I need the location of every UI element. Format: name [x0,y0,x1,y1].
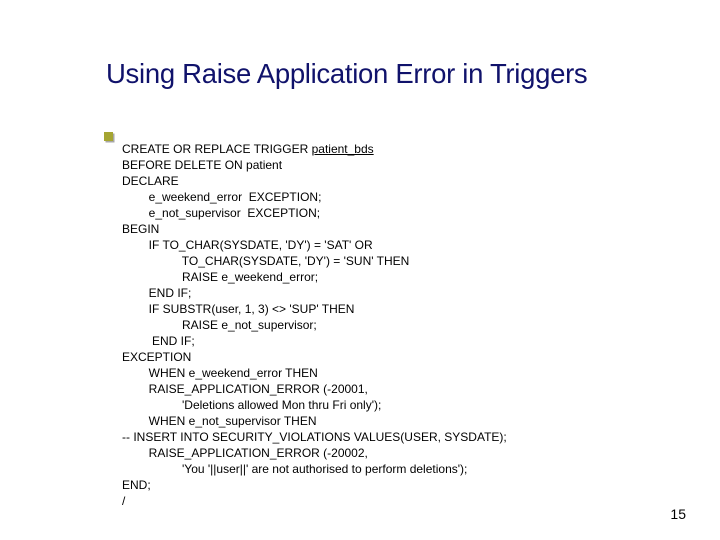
code-line-18: WHEN e_not_supervisor THEN [122,414,317,428]
code-line-17: 'Deletions allowed Mon thru Fri only'); [122,398,381,412]
code-line-19: -- INSERT INTO SECURITY_VIOLATIONS VALUE… [122,430,507,444]
code-line-1a: CREATE OR REPLACE TRIGGER [122,142,312,156]
code-line-23: / [122,494,125,508]
code-line-13: END IF; [122,334,195,348]
code-line-9: RAISE e_weekend_error; [122,270,318,284]
code-line-4: e_weekend_error EXCEPTION; [122,190,321,204]
code-line-22: END; [122,478,151,492]
page-number: 15 [670,506,686,522]
code-line-3: DECLARE [122,174,179,188]
slide: Using Raise Application Error in Trigger… [0,0,720,540]
code-line-12: RAISE e_not_supervisor; [122,318,317,332]
code-line-8: TO_CHAR(SYSDATE, 'DY') = 'SUN' THEN [122,254,409,268]
code-line-15: WHEN e_weekend_error THEN [122,366,318,380]
code-line-7: IF TO_CHAR(SYSDATE, 'DY') = 'SAT' OR [122,238,373,252]
code-line-21: 'You '||user||' are not authorised to pe… [122,462,467,476]
code-line-14: EXCEPTION [122,350,191,364]
slide-title: Using Raise Application Error in Trigger… [106,58,587,90]
code-line-11: IF SUBSTR(user, 1, 3) <> 'SUP' THEN [122,302,354,316]
code-line-16: RAISE_APPLICATION_ERROR (-20001, [122,382,368,396]
code-line-1b: patient_bds [312,142,374,156]
code-block: CREATE OR REPLACE TRIGGER patient_bds BE… [122,125,507,509]
code-line-2: BEFORE DELETE ON patient [122,158,282,172]
code-line-10: END IF; [122,286,191,300]
code-line-5: e_not_supervisor EXCEPTION; [122,206,320,220]
code-line-20: RAISE_APPLICATION_ERROR (-20002, [122,446,368,460]
bullet-icon [104,132,113,141]
code-line-6: BEGIN [122,222,159,236]
